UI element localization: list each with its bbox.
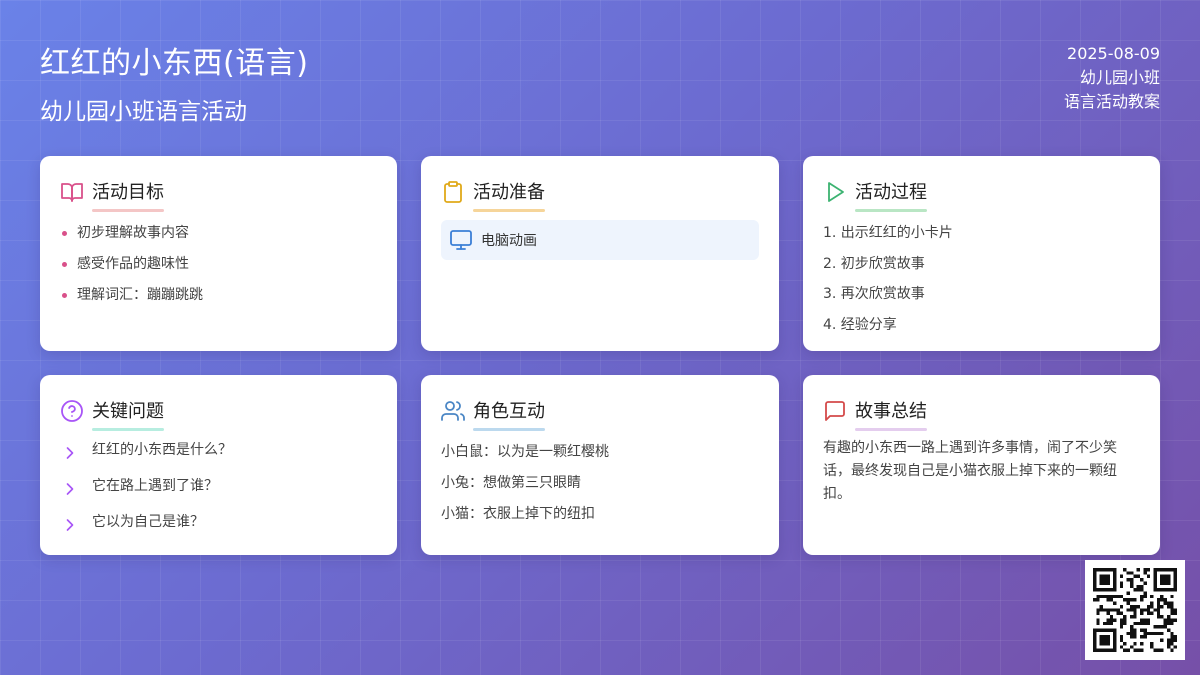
page-header: 红红的小东西(语言) 幼儿园小班语言活动 (40, 38, 308, 126)
list-item: 1. 出示红红的小卡片 (823, 225, 953, 241)
list-item: 小兔：想做第三只眼睛 (441, 475, 581, 491)
card-goals: 活动目标 初步理解故事内容 感受作品的趣味性 理解词汇：蹦蹦跳跳 (40, 156, 397, 351)
process-steps: 1. 出示红红的小卡片 2. 初步欣赏故事 3. 再次欣赏故事 4. 经验分享 (823, 218, 1140, 340)
goal-text: 感受作品的趣味性 (77, 256, 189, 272)
play-icon (828, 182, 844, 202)
chevron-right-icon (66, 447, 74, 459)
bullet-dot (62, 262, 67, 267)
page-title: 红红的小东西(语言) (40, 46, 309, 81)
lesson-type: 语言活动教案 (1063, 92, 1160, 111)
card-process-title: 活动过程 (855, 178, 927, 212)
card-roles: 角色互动 小白鼠：以为是一颗红樱桃 小兔：想做第三只眼睛 小猫：衣服上掉下的纽扣 (421, 375, 779, 555)
question-text: 它在路上遇到了谁？ (92, 478, 218, 494)
chevron-right-icon (66, 519, 74, 531)
lesson-class: 幼儿园小班 (1079, 68, 1160, 87)
list-item: 2. 初步欣赏故事 (823, 255, 925, 272)
bullet-dot (62, 231, 67, 236)
list-item: 它以为自己是谁？ (60, 511, 377, 547)
card-questions-title: 关键问题 (92, 397, 164, 431)
page-meta: 2025-08-09 幼儿园小班 语言活动教案 (1064, 42, 1160, 114)
card-questions: 关键问题 红红的小东西是什么？ 它在路上遇到了谁？ 它以为自己是谁？ (40, 375, 397, 555)
help-circle-icon (61, 400, 83, 422)
list-item: 感受作品的趣味性 (60, 249, 377, 280)
prep-item: 电脑动画 (441, 220, 759, 260)
users-icon (441, 401, 465, 421)
qr-code[interactable] (1085, 560, 1185, 660)
list-item: 小猫：衣服上掉下的纽扣 (441, 506, 595, 522)
lesson-date: 2025-08-09 (1067, 44, 1160, 63)
question-text: 红红的小东西是什么？ (92, 442, 232, 458)
bullet-dot (62, 293, 67, 298)
card-process: 活动过程 1. 出示红红的小卡片 2. 初步欣赏故事 3. 再次欣赏故事 4. … (803, 156, 1160, 351)
goal-text: 理解词汇：蹦蹦跳跳 (77, 287, 203, 303)
questions-list: 红红的小东西是什么？ 它在路上遇到了谁？ 它以为自己是谁？ (60, 439, 377, 547)
prep-item-label: 电脑动画 (481, 233, 537, 249)
card-prep: 活动准备 电脑动画 (421, 156, 779, 351)
page-subtitle: 幼儿园小班语言活动 (40, 99, 247, 125)
roles-list: 小白鼠：以为是一颗红樱桃 小兔：想做第三只眼睛 小猫：衣服上掉下的纽扣 (441, 437, 759, 530)
chevron-right-icon (66, 483, 74, 495)
card-summary: 故事总结 有趣的小东西一路上遇到许多事情，闹了不少笑话，最终发现自己是小猫衣服上… (803, 375, 1160, 555)
qr-code-image (1093, 568, 1177, 652)
list-item: 理解词汇：蹦蹦跳跳 (60, 280, 377, 311)
card-summary-title: 故事总结 (855, 397, 927, 431)
summary-text: 有趣的小东西一路上遇到许多事情，闹了不少笑话，最终发现自己是小猫衣服上掉下来的一… (823, 440, 1117, 502)
list-item: 初步理解故事内容 (60, 218, 377, 249)
card-roles-title: 角色互动 (473, 397, 545, 431)
list-item: 小白鼠：以为是一颗红樱桃 (441, 444, 609, 460)
goal-text: 初步理解故事内容 (77, 225, 189, 241)
goals-list: 初步理解故事内容 感受作品的趣味性 理解词汇：蹦蹦跳跳 (60, 218, 377, 311)
card-goals-title: 活动目标 (92, 178, 164, 212)
question-text: 它以为自己是谁？ (92, 514, 204, 530)
list-item: 它在路上遇到了谁？ (60, 475, 377, 511)
book-open-icon (61, 183, 83, 202)
list-item: 4. 经验分享 (823, 316, 897, 333)
clipboard-icon (444, 181, 462, 203)
list-item: 3. 再次欣赏故事 (823, 286, 925, 302)
list-item: 红红的小东西是什么？ (60, 439, 377, 475)
message-square-icon (825, 401, 845, 421)
card-prep-title: 活动准备 (473, 178, 545, 212)
monitor-icon (450, 230, 472, 250)
